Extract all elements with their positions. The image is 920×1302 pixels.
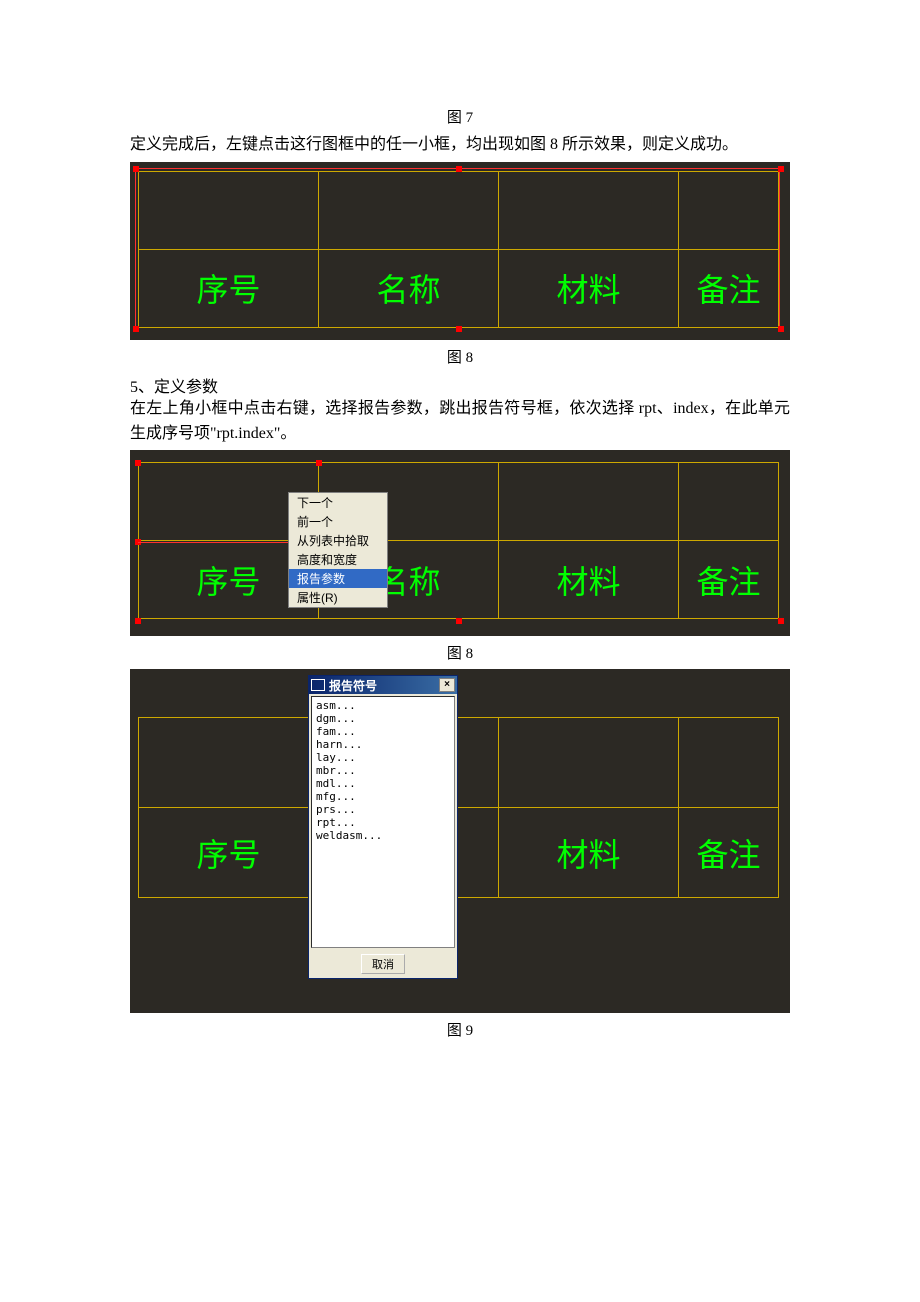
cad-table-fig8a[interactable]: 序号 名称 材料 备注 — [138, 171, 779, 328]
caption-fig8b: 图 8 — [130, 642, 790, 663]
handle[interactable] — [316, 460, 322, 466]
menu-item-next[interactable]: 下一个 — [289, 493, 387, 512]
cad-canvas-fig9: 序号 材料 备注 报告符号 × asm... dgm... fam... har… — [130, 669, 790, 1013]
cancel-button[interactable]: 取消 — [361, 954, 405, 974]
section-5-title: 5、定义参数 — [130, 373, 790, 397]
handle[interactable] — [456, 618, 462, 624]
paragraph-2: 在左上角小框中点击右键，选择报告参数，跳出报告符号框，依次选择 rpt、inde… — [130, 397, 790, 447]
cell-empty[interactable] — [139, 718, 319, 808]
cell-empty[interactable] — [679, 463, 779, 541]
cell-col1[interactable]: 序号 — [139, 808, 319, 898]
caption-fig9: 图 9 — [130, 1019, 790, 1040]
dialog-listbox[interactable]: asm... dgm... fam... harn... lay... mbr.… — [311, 696, 455, 948]
cell-empty[interactable] — [319, 171, 499, 249]
handle-tl[interactable] — [133, 166, 139, 172]
cell-col4[interactable]: 备注 — [679, 249, 779, 327]
caption-fig7: 图 7 — [130, 106, 790, 127]
cell-col2[interactable]: 名称 — [319, 249, 499, 327]
list-item[interactable]: dgm... — [314, 712, 452, 725]
paragraph-1: 定义完成后，左键点击这行图框中的任一小框，均出现如图 8 所示效果，则定义成功。 — [130, 133, 790, 158]
list-item[interactable]: weldasm... — [314, 829, 452, 842]
cell-empty[interactable] — [679, 718, 779, 808]
cad-canvas-fig8a: 序号 名称 材料 备注 — [130, 162, 790, 340]
handle[interactable] — [135, 618, 141, 624]
handle-tm[interactable] — [456, 166, 462, 172]
menu-item-prev[interactable]: 前一个 — [289, 512, 387, 531]
handle-br[interactable] — [778, 326, 784, 332]
cell-col1[interactable]: 序号 — [139, 249, 319, 327]
dialog-title: 报告符号 — [329, 677, 439, 694]
handle-tr[interactable] — [778, 166, 784, 172]
cell-empty[interactable] — [499, 171, 679, 249]
menu-item-report-params[interactable]: 报告参数 — [289, 569, 387, 588]
list-item[interactable]: rpt... — [314, 816, 452, 829]
context-menu[interactable]: 下一个 前一个 从列表中拾取 高度和宽度 报告参数 属性(R) — [288, 492, 388, 608]
cell-col4[interactable]: 备注 — [679, 541, 779, 619]
list-item[interactable]: fam... — [314, 725, 452, 738]
cell-empty[interactable] — [499, 718, 679, 808]
list-item[interactable]: mfg... — [314, 790, 452, 803]
menu-item-props[interactable]: 属性(R) — [289, 588, 387, 607]
cell-col3[interactable]: 材料 — [499, 808, 679, 898]
dialog-button-row: 取消 — [309, 950, 457, 978]
cad-canvas-fig8b: 序号 名称 材料 备注 下一个 前一个 从列表中拾取 高度和宽度 报告参数 属性… — [130, 450, 790, 636]
handle[interactable] — [135, 460, 141, 466]
menu-item-hw[interactable]: 高度和宽度 — [289, 550, 387, 569]
list-item[interactable]: lay... — [314, 751, 452, 764]
caption-fig8a: 图 8 — [130, 346, 790, 367]
cell-empty[interactable] — [679, 171, 779, 249]
cell-col3[interactable]: 材料 — [499, 541, 679, 619]
dialog-titlebar[interactable]: 报告符号 × — [309, 676, 457, 694]
report-symbol-dialog[interactable]: 报告符号 × asm... dgm... fam... harn... lay.… — [308, 675, 458, 979]
cell-col3[interactable]: 材料 — [499, 249, 679, 327]
cell-empty[interactable] — [139, 171, 319, 249]
menu-item-pick[interactable]: 从列表中拾取 — [289, 531, 387, 550]
list-item[interactable]: mbr... — [314, 764, 452, 777]
handle[interactable] — [778, 618, 784, 624]
list-item[interactable]: asm... — [314, 699, 452, 712]
cad-table-fig8b[interactable]: 序号 名称 材料 备注 — [138, 462, 779, 619]
handle-bl[interactable] — [133, 326, 139, 332]
handle-bm[interactable] — [456, 326, 462, 332]
list-item[interactable]: prs... — [314, 803, 452, 816]
list-item[interactable]: harn... — [314, 738, 452, 751]
cell-empty[interactable] — [499, 463, 679, 541]
list-item[interactable]: mdl... — [314, 777, 452, 790]
window-icon — [311, 679, 325, 691]
cell-col4[interactable]: 备注 — [679, 808, 779, 898]
close-icon[interactable]: × — [439, 678, 455, 692]
cad-table-fig9[interactable]: 序号 材料 备注 — [138, 717, 779, 898]
